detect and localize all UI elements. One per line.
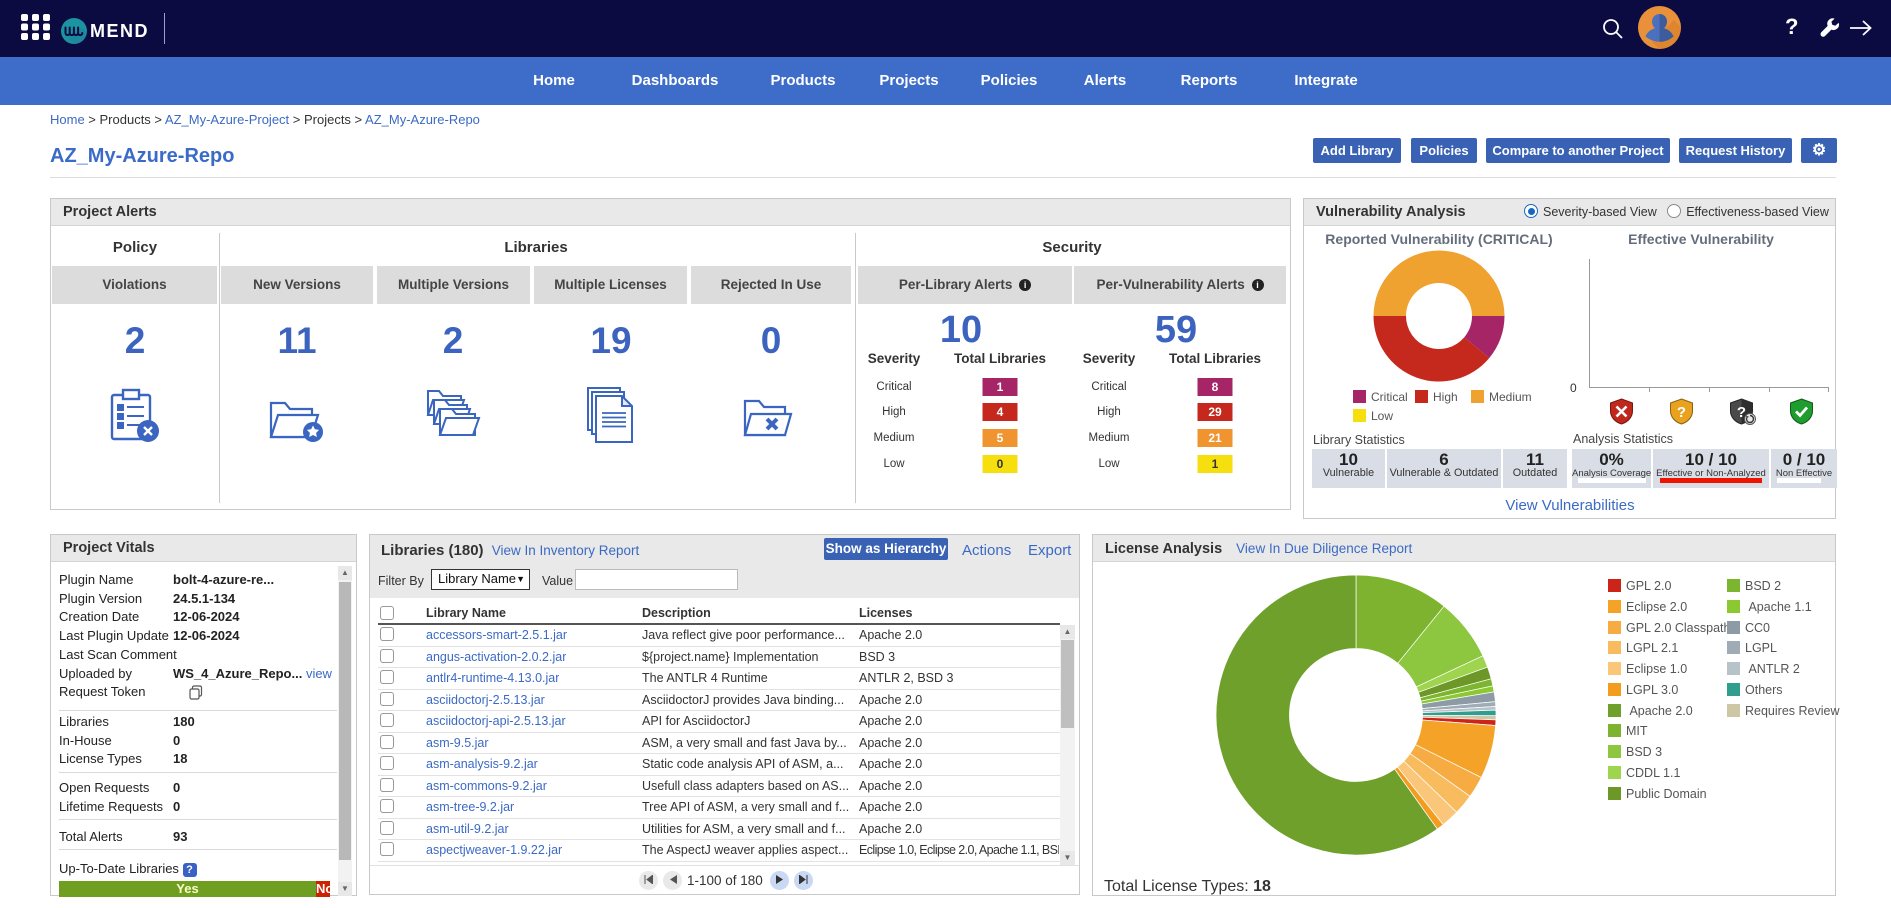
svg-text:?: ?	[1677, 404, 1686, 421]
